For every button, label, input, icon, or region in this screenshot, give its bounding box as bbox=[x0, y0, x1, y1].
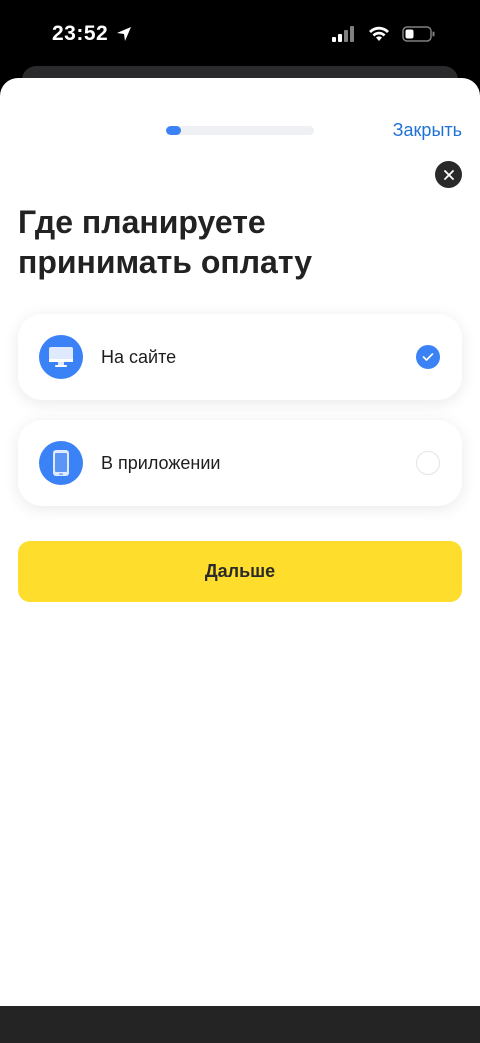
close-link[interactable]: Закрыть bbox=[393, 120, 462, 141]
option-app-radio[interactable] bbox=[416, 451, 440, 475]
bottom-sheet: Закрыть Где планируете принимать оплату … bbox=[0, 78, 480, 1006]
location-arrow-icon bbox=[117, 27, 132, 41]
phone-icon bbox=[53, 450, 69, 476]
close-button[interactable] bbox=[435, 161, 462, 188]
status-bar: 23:52 bbox=[0, 0, 480, 70]
option-website[interactable]: На сайте bbox=[18, 314, 462, 400]
option-app-icon-circle bbox=[39, 441, 83, 485]
progress-bar bbox=[166, 126, 314, 135]
option-website-icon-circle bbox=[39, 335, 83, 379]
progress-bar-fill bbox=[166, 126, 181, 135]
status-time: 23:52 bbox=[52, 22, 132, 46]
close-icon bbox=[443, 169, 454, 180]
next-button[interactable]: Дальше bbox=[18, 541, 462, 602]
page-title: Где планируете принимать оплату bbox=[18, 204, 313, 280]
status-icons bbox=[332, 26, 436, 42]
cellular-signal-icon bbox=[332, 26, 354, 42]
checkmark-icon bbox=[422, 353, 434, 361]
bottom-bar bbox=[0, 1006, 480, 1043]
battery-icon bbox=[402, 26, 435, 42]
wifi-icon bbox=[369, 26, 389, 41]
option-website-label: На сайте bbox=[101, 346, 177, 367]
monitor-icon bbox=[49, 347, 73, 367]
time-text: 23:52 bbox=[52, 22, 109, 45]
option-app[interactable]: В приложении bbox=[18, 420, 462, 506]
option-website-radio[interactable] bbox=[416, 345, 440, 369]
option-app-label: В приложении bbox=[101, 452, 221, 473]
